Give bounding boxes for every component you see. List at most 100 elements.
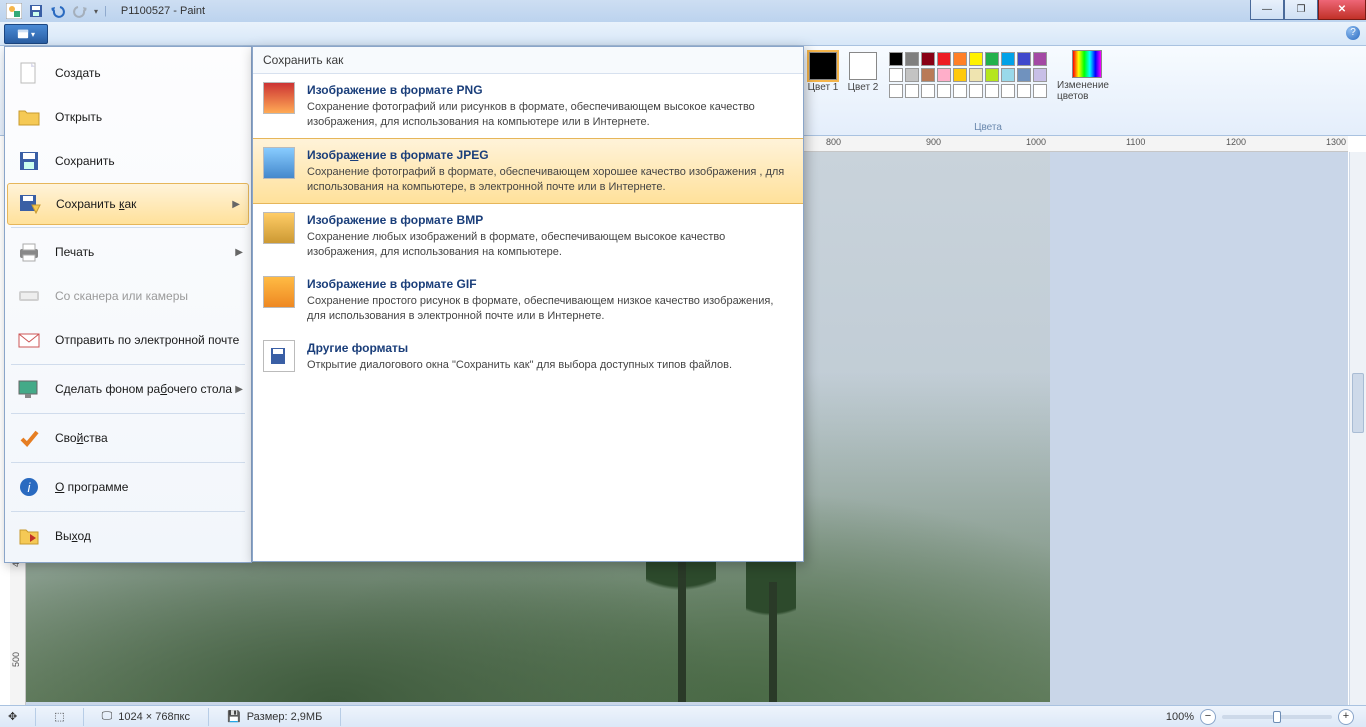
palette-color[interactable] (905, 84, 919, 98)
file-size: 💾Размер: 2,9МБ (219, 710, 330, 723)
minimize-button[interactable]: — (1250, 0, 1284, 20)
palette-color[interactable] (953, 84, 967, 98)
menu-item-wallpaper[interactable]: Сделать фоном рабочего стола ▶ (5, 367, 251, 411)
selection-icon: ⬚ (54, 710, 64, 723)
jpeg-icon (263, 147, 295, 179)
menu-separator (11, 413, 245, 414)
cursor-position: ✥ (0, 710, 25, 723)
palette-color[interactable] (889, 68, 903, 82)
palette-color[interactable] (1001, 84, 1015, 98)
close-button[interactable]: ✕ (1318, 0, 1366, 20)
zoom-in-button[interactable]: + (1338, 709, 1354, 725)
undo-icon[interactable] (50, 3, 66, 19)
palette-color[interactable] (953, 68, 967, 82)
window-title: P1100527 - Paint (121, 5, 205, 17)
palette-color[interactable] (921, 84, 935, 98)
qat-dropdown-icon[interactable]: ▾ (94, 7, 98, 16)
zoom-slider[interactable] (1222, 715, 1332, 719)
help-icon[interactable]: ? (1346, 26, 1360, 40)
crosshair-icon: ✥ (8, 710, 17, 723)
open-folder-icon (13, 103, 45, 131)
palette-color[interactable] (921, 52, 935, 66)
menu-item-exit[interactable]: Выход (5, 514, 251, 558)
png-icon (263, 82, 295, 114)
menu-item-print[interactable]: Печать ▶ (5, 230, 251, 274)
save-as-submenu: Сохранить как Изображение в формате PNGС… (252, 46, 804, 562)
save-as-png[interactable]: Изображение в формате PNGСохранение фото… (253, 74, 803, 138)
palette-color[interactable] (889, 84, 903, 98)
colors-group-label: Цвета (803, 122, 1173, 133)
palette-color[interactable] (969, 52, 983, 66)
quick-access-toolbar: ▾ | (0, 3, 113, 19)
palette-color[interactable] (1033, 84, 1047, 98)
status-bar: ✥ ⬚ 🖵1024 × 768пкс 💾Размер: 2,9МБ 100% −… (0, 705, 1366, 727)
palette-color[interactable] (985, 52, 999, 66)
palette-color[interactable] (1017, 68, 1031, 82)
color1-swatch[interactable] (809, 52, 837, 80)
menu-item-save-as[interactable]: Сохранить как ▶ (7, 183, 249, 225)
palette-color[interactable] (905, 52, 919, 66)
palette-color[interactable] (969, 84, 983, 98)
vertical-scrollbar[interactable] (1349, 152, 1366, 705)
palette-color[interactable] (953, 52, 967, 66)
file-menu: Создать Открыть Сохранить Сохранить как … (4, 46, 252, 563)
save-as-gif[interactable]: Изображение в формате GIFСохранение прос… (253, 268, 803, 332)
qat-separator: | (104, 5, 107, 17)
save-icon[interactable] (28, 3, 44, 19)
palette-color[interactable] (905, 68, 919, 82)
submenu-arrow-icon: ▶ (232, 199, 240, 210)
rainbow-icon (1072, 50, 1102, 78)
zoom-out-button[interactable]: − (1200, 709, 1216, 725)
save-as-bmp[interactable]: Изображение в формате BMPСохранение любы… (253, 204, 803, 268)
menu-separator (11, 462, 245, 463)
palette-color[interactable] (937, 52, 951, 66)
edit-colors-button[interactable]: Изменение цветов (1057, 50, 1117, 102)
printer-icon (13, 238, 45, 266)
redo-icon[interactable] (72, 3, 88, 19)
menu-item-about[interactable]: i О программе (5, 465, 251, 509)
menu-item-save[interactable]: Сохранить (5, 139, 251, 183)
palette-color[interactable] (921, 68, 935, 82)
other-formats-icon (263, 340, 295, 372)
disk-icon: 💾 (227, 710, 241, 723)
palette-color[interactable] (985, 68, 999, 82)
palette-color[interactable] (937, 84, 951, 98)
submenu-header: Сохранить как (253, 47, 803, 74)
palette-color[interactable] (1033, 52, 1047, 66)
palette-color[interactable] (1033, 68, 1047, 82)
save-as-other[interactable]: Другие форматыОткрытие диалогового окна … (253, 332, 803, 381)
window-controls: — ❐ ✕ (1250, 0, 1366, 20)
color1-label: Цвет 1 (807, 82, 839, 93)
palette-color[interactable] (1001, 52, 1015, 66)
menu-item-scanner: Со сканера или камеры (5, 274, 251, 318)
email-icon (13, 326, 45, 354)
selection-size: ⬚ (46, 710, 72, 723)
scrollbar-thumb[interactable] (1352, 373, 1364, 433)
palette-color[interactable] (937, 68, 951, 82)
color2-swatch[interactable] (849, 52, 877, 80)
zoom-level: 100% (1166, 711, 1194, 723)
menu-item-create[interactable]: Создать (5, 51, 251, 95)
palette-color[interactable] (1001, 68, 1015, 82)
palette-color[interactable] (1017, 84, 1031, 98)
menu-item-properties[interactable]: Свойства (5, 416, 251, 460)
zoom-control: 100% − + (1166, 709, 1366, 725)
maximize-button[interactable]: ❐ (1284, 0, 1318, 20)
menu-separator (11, 364, 245, 365)
save-as-jpeg[interactable]: Изображение в формате JPEGСохранение фот… (253, 138, 803, 204)
zoom-slider-thumb[interactable] (1273, 711, 1281, 723)
checkmark-icon (13, 424, 45, 452)
menu-item-email[interactable]: Отправить по электронной почте (5, 318, 251, 362)
menu-item-open[interactable]: Открыть (5, 95, 251, 139)
scanner-icon (13, 282, 45, 310)
palette-color[interactable] (1017, 52, 1031, 66)
image-dimensions: 🖵1024 × 768пкс (94, 710, 198, 723)
file-tab[interactable]: ▾ (4, 24, 48, 44)
palette-color[interactable] (969, 68, 983, 82)
paint-app-icon (6, 3, 22, 19)
color2-label: Цвет 2 (847, 82, 879, 93)
palette-color[interactable] (889, 52, 903, 66)
title-bar: ▾ | P1100527 - Paint — ❐ ✕ (0, 0, 1366, 22)
info-icon: i (13, 473, 45, 501)
palette-color[interactable] (985, 84, 999, 98)
